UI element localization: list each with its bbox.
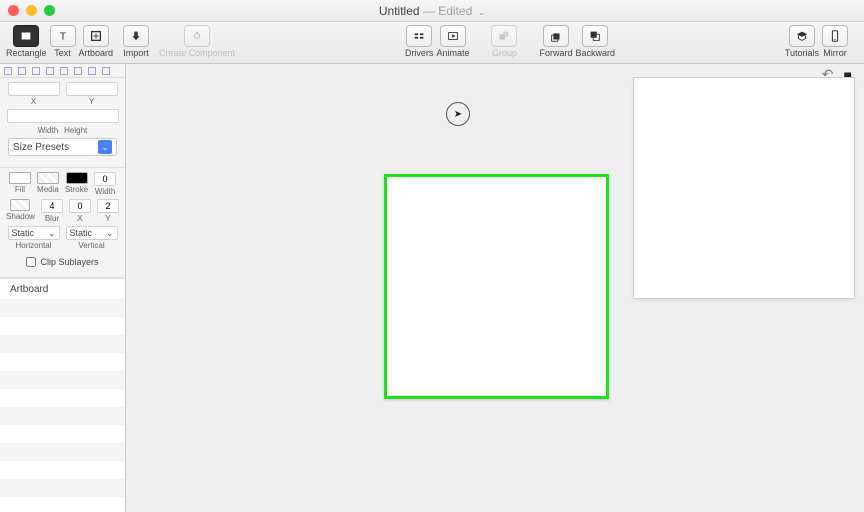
chevron-down-icon: ⌄ (48, 228, 56, 239)
create-component-button: Create Component (159, 25, 235, 58)
blur-input[interactable] (41, 199, 63, 213)
list-item (0, 353, 125, 371)
title-chevron-icon[interactable]: ⌄ (478, 7, 486, 17)
tutorials-button[interactable]: Tutorials (785, 25, 819, 58)
shadow-swatch[interactable] (10, 199, 30, 211)
align-center-icon[interactable] (18, 67, 26, 75)
svg-text:T: T (59, 31, 66, 43)
align-right-icon[interactable] (32, 67, 40, 75)
import-button[interactable]: Import (123, 25, 149, 58)
window-title: Untitled — Edited ⌄ (0, 4, 864, 18)
clip-label: Clip Sublayers (40, 257, 98, 267)
align-left-icon[interactable] (4, 67, 12, 75)
list-item (0, 443, 125, 461)
x-input[interactable] (8, 82, 60, 96)
layers-panel: Artboard (0, 278, 125, 512)
artboard-shape[interactable] (634, 78, 854, 298)
animate-button[interactable]: Animate (436, 25, 469, 58)
stroke-width-input[interactable] (94, 172, 116, 186)
vertical-constraint-select[interactable]: Static⌄ (66, 226, 118, 240)
list-item (0, 371, 125, 389)
text-tool[interactable]: T Text (50, 25, 76, 58)
list-item (0, 461, 125, 479)
width-height-slider[interactable] (7, 109, 119, 123)
chevron-down-icon: ⌄ (106, 228, 114, 239)
select-arrow-icon: ⌄ (98, 140, 112, 154)
align-top-icon[interactable] (46, 67, 54, 75)
align-middle-icon[interactable] (60, 67, 68, 75)
list-item (0, 317, 125, 335)
list-item (0, 299, 125, 317)
list-item (0, 479, 125, 497)
stroke-swatch[interactable] (66, 172, 88, 184)
backward-button[interactable]: Backward (575, 25, 615, 58)
distribute-v-icon[interactable] (102, 67, 110, 75)
list-item (0, 425, 125, 443)
layer-artboard[interactable]: Artboard (0, 279, 125, 299)
drivers-button[interactable]: Drivers (405, 25, 434, 58)
edited-label: — Edited (423, 4, 472, 18)
clip-sublayers-checkbox[interactable] (26, 257, 36, 267)
shadow-x-input[interactable] (69, 199, 91, 213)
size-presets-select[interactable]: Size Presets ⌄ (8, 138, 117, 156)
align-controls[interactable] (0, 64, 125, 78)
y-input[interactable] (66, 82, 118, 96)
artboard-tool[interactable]: Artboard (79, 25, 114, 58)
inspector: X Y Width Height Size Presets ⌄ Fill Med… (0, 64, 126, 512)
horizontal-constraint-select[interactable]: Static⌄ (8, 226, 60, 240)
titlebar: Untitled — Edited ⌄ (0, 0, 864, 22)
forward-button[interactable]: Forward (539, 25, 572, 58)
list-item (0, 407, 125, 425)
list-item (0, 389, 125, 407)
toolbar: Rectangle T Text Artboard Import Create … (0, 22, 864, 64)
canvas[interactable]: ↶ ■ ➤ (126, 64, 864, 512)
selected-rectangle[interactable] (384, 174, 609, 399)
cursor-indicator: ➤ (446, 102, 470, 126)
rectangle-tool[interactable]: Rectangle (6, 25, 47, 58)
doc-name: Untitled (379, 4, 420, 18)
align-bottom-icon[interactable] (74, 67, 82, 75)
media-swatch[interactable] (37, 172, 59, 184)
list-item (0, 335, 125, 353)
group-button: Group (491, 25, 517, 58)
fill-swatch[interactable] (9, 172, 31, 184)
shadow-y-input[interactable] (97, 199, 119, 213)
distribute-h-icon[interactable] (88, 67, 96, 75)
mirror-button[interactable]: Mirror (822, 25, 848, 58)
